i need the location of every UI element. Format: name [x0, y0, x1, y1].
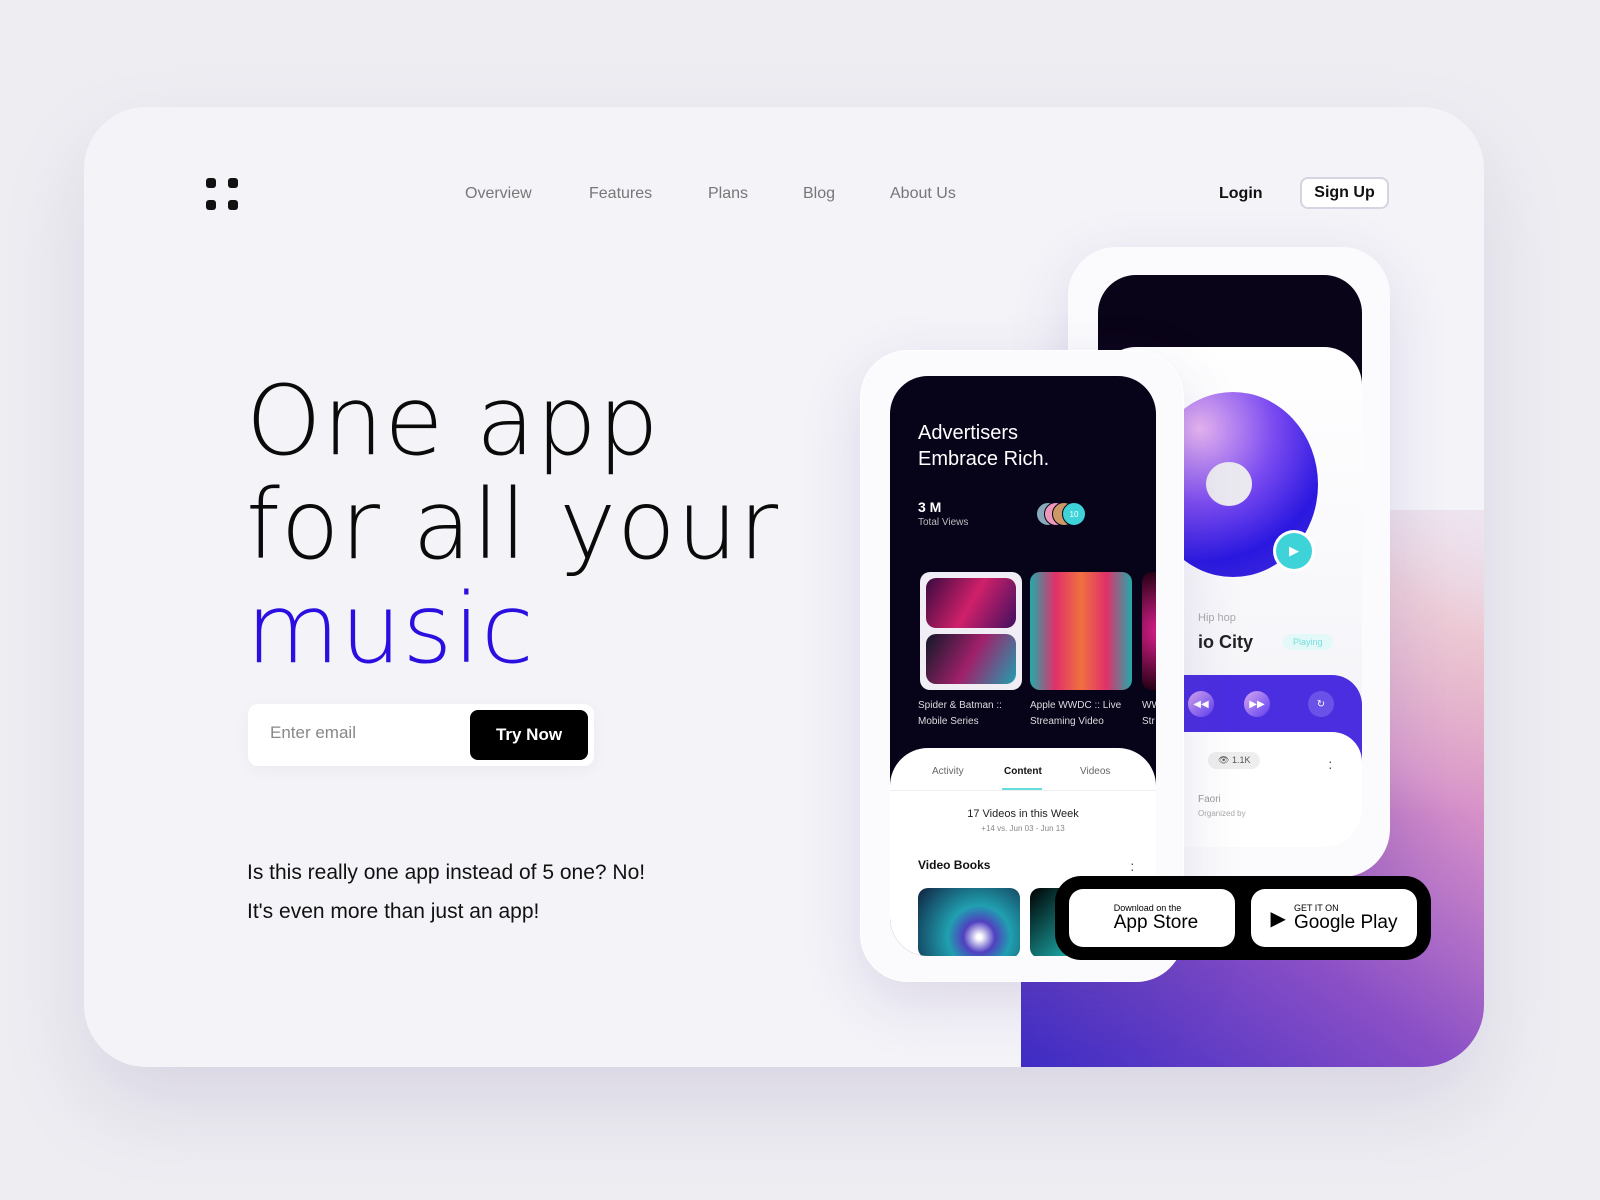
tab-videos[interactable]: Videos	[1080, 766, 1110, 777]
email-input[interactable]	[270, 723, 450, 743]
video-carousel	[916, 572, 1156, 692]
fast-forward-icon[interactable]: ▶▶	[1244, 691, 1270, 717]
video-card[interactable]	[1142, 572, 1156, 690]
nav-features[interactable]: Features	[589, 185, 652, 203]
avatar-count: 10	[1062, 502, 1086, 526]
email-form: Try Now	[248, 704, 594, 766]
more-icon[interactable]: · ·	[1328, 754, 1333, 774]
dashboard-screen: Advertisers Embrace Rich. 3 M Total Views …	[890, 376, 1156, 956]
weekly-summary: 17 Videos in this Week +14 vs. Jun 03 - J…	[967, 808, 1079, 833]
title-line-2: Embrace Rich.	[918, 448, 1050, 470]
playing-badge: Playing	[1283, 634, 1333, 650]
subtitle-line-1: Is this really one app instead of 5 one?…	[247, 861, 646, 884]
nav-overview[interactable]: Overview	[465, 185, 532, 203]
hero-line-3: music	[246, 573, 535, 685]
active-tab-indicator	[1002, 788, 1042, 790]
divider	[890, 790, 1156, 791]
total-views-stat: 3 M Total Views	[918, 499, 968, 528]
video-books-heading: Video Books	[918, 858, 991, 872]
subtitle-line-2: It's even more than just an app!	[247, 900, 540, 923]
stat-label: Total Views	[918, 517, 969, 528]
more-icon[interactable]: · ·	[1130, 856, 1135, 876]
views-count: 1.1K	[1231, 755, 1251, 765]
video-book-card[interactable]	[918, 888, 1020, 956]
dashboard-title: Advertisers Embrace Rich.	[918, 420, 1049, 472]
video-card[interactable]	[1030, 572, 1132, 690]
play-store-icon: ▶	[1270, 907, 1286, 930]
login-link[interactable]: Login	[1219, 185, 1263, 203]
hero-line-2: for all your	[246, 469, 780, 581]
hero-line-1: One app	[246, 365, 660, 477]
tab-content[interactable]: Content	[1004, 766, 1042, 777]
genre-label: Hip hop	[1198, 612, 1236, 624]
hero-heading: One app for all your music	[246, 369, 779, 681]
stat-value: 3 M	[918, 499, 942, 515]
repeat-icon[interactable]: ↻	[1308, 691, 1334, 717]
store-badges: Download on the App Store ▶ GET IT ON Goog…	[1055, 876, 1431, 960]
try-now-button[interactable]: Try Now	[470, 710, 588, 760]
app-store-button[interactable]: Download on the App Store	[1069, 889, 1235, 947]
nav-about-us[interactable]: About Us	[890, 185, 956, 203]
hero-subtitle: Is this really one app instead of 5 one?…	[247, 853, 645, 931]
nav-plans[interactable]: Plans	[708, 185, 748, 203]
disc-hole	[1206, 462, 1252, 506]
organizer-label: Organized by	[1198, 809, 1246, 818]
video-card[interactable]	[920, 572, 1022, 690]
play-icon[interactable]: ▶	[1276, 533, 1312, 569]
song-title: io City	[1198, 632, 1254, 652]
video-caption: WWStr	[1142, 700, 1156, 727]
nav-blog[interactable]: Blog	[803, 185, 835, 203]
title-line-1: Advertisers	[918, 422, 1019, 444]
signup-button[interactable]: Sign Up	[1300, 177, 1389, 209]
organizer-name: Faori	[1198, 794, 1221, 805]
tab-activity[interactable]: Activity	[932, 766, 964, 777]
video-caption: Spider & Batman :: Mobile Series	[918, 700, 1002, 727]
google-play-button[interactable]: ▶ GET IT ON Google Play	[1251, 889, 1417, 947]
logo-icon[interactable]	[206, 178, 238, 210]
rewind-icon[interactable]: ◀◀	[1188, 691, 1214, 717]
views-badge: 👁 1.1K	[1208, 752, 1261, 769]
video-caption: Apple WWDC :: Live Streaming Video	[1030, 700, 1122, 727]
